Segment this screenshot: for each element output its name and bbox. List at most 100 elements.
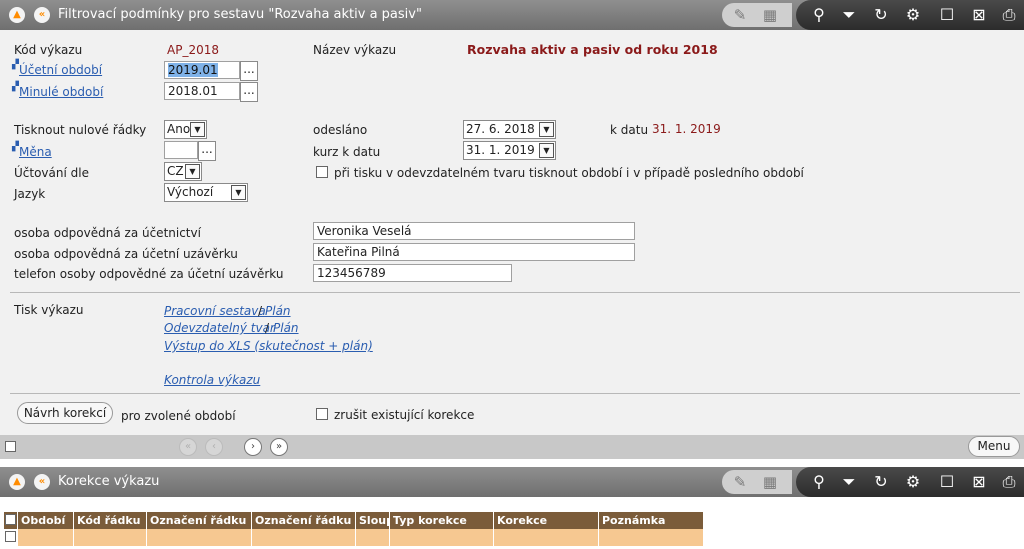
edit-icon[interactable]: ✎ [730,6,750,24]
table-cell[interactable] [494,529,599,546]
mena-link[interactable]: Měna [19,145,52,159]
column-header-korekce[interactable]: Korekce [494,512,599,529]
required-marker: ▞ [12,142,19,152]
column-header-sloup[interactable]: Sloup [356,512,390,529]
grid-select-all-checkbox[interactable] [5,514,16,525]
search-icon[interactable]: ⚲ [808,5,830,25]
column-header-poznamka[interactable]: Poznámka [599,512,704,529]
edit-icon[interactable]: ✎ [730,473,750,491]
filter-icon[interactable]: ⏷ [838,5,860,25]
mena-input[interactable] [164,141,198,159]
korekce-panel-titlebar: ▲ « Korekce výkazu ✎ ▦ ⚲ ⏷ ↻ ⚙ ☐ ⊠ ⎙ [0,467,1024,497]
kurz-label: kurz k datu [313,145,381,159]
checkbox-icon[interactable]: ☐ [936,472,958,492]
telefon-label: telefon osoby odpovědné za účetní uzávěr… [14,267,284,281]
column-header-obdobi[interactable]: Období [18,512,74,529]
excel-icon[interactable]: ⊠ [968,472,990,492]
table-cell[interactable] [356,529,390,546]
kurz-date-picker[interactable]: 31. 1. 2019 ▼ [463,141,556,160]
toolbar-light: ✎ ▦ [722,470,792,494]
odeslano-label: odesláno [313,123,368,137]
vystup-xls-link[interactable]: Výstup do XLS (skutečnost + plán) [164,339,373,353]
pracovni-sestava-link[interactable]: Pracovní sestava [164,304,266,318]
minule-obdobi-input[interactable]: 2018.01 [164,82,240,100]
double-chevron-left-icon[interactable]: « [34,7,50,23]
tisknout-select[interactable]: Ano ▼ [164,120,207,139]
kod-vykazu-value: AP_2018 [167,43,219,57]
uctovani-label: Účtování dle [14,166,89,180]
print-icon[interactable]: ⎙ [998,5,1020,25]
table-icon[interactable]: ▦ [760,6,780,24]
gear-icon[interactable]: ⚙ [902,5,924,25]
pro-obdobi-label: pro zvolené období [121,409,236,423]
table-icon[interactable]: ▦ [760,473,780,491]
chevron-down-icon: ▼ [231,185,246,200]
print-icon[interactable]: ⎙ [998,472,1020,492]
column-header-typ-korekce[interactable]: Typ korekce [390,512,494,529]
refresh-icon[interactable]: ↻ [870,472,892,492]
table-cell[interactable] [252,529,356,546]
toolbar-dark: ⚲ ⏷ ↻ ⚙ ☐ ⊠ ⎙ [796,467,1024,497]
osoba-uzaverka-label: osoba odpovědná za účetní uzávěrku [14,247,238,261]
table-cell[interactable] [390,529,494,546]
minule-obdobi-lookup-button[interactable]: ... [240,82,258,102]
tisk-obdobi-label: při tisku v odevzdatelném tvaru tisknout… [334,166,804,180]
osoba-ucetnictvi-input[interactable]: Veronika Veselá [313,222,635,240]
tisknout-label: Tisknout nulové řádky [14,123,147,137]
ucetni-obdobi-lookup-button[interactable]: ... [240,61,258,81]
checkbox-icon[interactable]: ☐ [936,5,958,25]
column-header-oznaceni-1[interactable]: Označení řádku 1 [147,512,252,529]
mena-lookup-button[interactable]: ... [198,141,216,161]
table-cell[interactable] [599,529,704,546]
table-row-checkbox-cell [4,529,18,546]
chevron-down-icon: ▼ [185,164,200,179]
kontrola-vykazu-link[interactable]: Kontrola výkazu [164,373,260,387]
filter-panel-titlebar: ▲ « Filtrovací podmínky pro sestavu "Roz… [0,0,1024,30]
panel-gap [0,459,1024,467]
link-separator: / [258,304,263,318]
collapse-icon[interactable]: ▲ [9,7,25,23]
chevron-down-icon: ▼ [539,143,554,158]
chevron-down-icon: ▼ [190,122,205,137]
zrusit-korekce-checkbox[interactable] [316,408,328,420]
row-checkbox[interactable] [5,531,16,542]
divider [10,393,1020,394]
plan-link-2[interactable]: Plán [273,321,299,335]
k-datu-value: 31. 1. 2019 [652,122,721,136]
menu-button[interactable]: Menu [968,436,1020,457]
odeslano-date-picker[interactable]: 27. 6. 2018 ▼ [463,120,556,139]
osoba-uzaverka-input[interactable]: Kateřina Pilná [313,243,635,261]
ucetni-obdobi-input[interactable]: 2019.01 [164,61,240,79]
table-cell[interactable] [147,529,252,546]
required-marker: ▞ [12,82,19,92]
refresh-icon[interactable]: ↻ [870,5,892,25]
gear-icon[interactable]: ⚙ [902,472,924,492]
nazev-vykazu-value: Rozvaha aktiv a pasiv od roku 2018 [467,42,718,57]
double-chevron-left-icon[interactable]: « [34,474,50,490]
tisk-obdobi-checkbox[interactable] [316,166,328,178]
prev-page-icon[interactable]: ‹ [205,438,223,456]
minule-obdobi-link[interactable]: Minulé období [19,85,103,99]
select-all-checkbox[interactable] [5,441,16,452]
uctovani-select[interactable]: CZ ▼ [164,162,202,181]
collapse-icon[interactable]: ▲ [9,474,25,490]
jazyk-select[interactable]: Výchozí ▼ [164,183,248,202]
excel-icon[interactable]: ⊠ [968,5,990,25]
ucetni-obdobi-link[interactable]: Účetní období [19,63,102,77]
telefon-input[interactable]: 123456789 [313,264,512,282]
next-page-icon[interactable]: › [244,438,262,456]
zrusit-korekce-label: zrušit existující korekce [334,408,475,422]
filter-icon[interactable]: ⏷ [838,472,860,492]
search-icon[interactable]: ⚲ [808,472,830,492]
table-cell[interactable] [74,529,147,546]
navrh-korekci-button[interactable]: Návrh korekcí [17,402,113,424]
column-header-kod-radku[interactable]: Kód řádku [74,512,147,529]
first-page-icon[interactable]: « [179,438,197,456]
plan-link[interactable]: Plán [265,304,291,318]
filter-panel-title: Filtrovací podmínky pro sestavu "Rozvaha… [58,7,422,22]
column-header-oznaceni-2[interactable]: Označení řádku 2 [252,512,356,529]
osoba-ucetnictvi-label: osoba odpovědná za účetnictví [14,226,201,240]
last-page-icon[interactable]: » [270,438,288,456]
odevzdatelny-tvar-link[interactable]: Odevzdatelný tvar [164,321,275,335]
table-cell[interactable] [18,529,74,546]
